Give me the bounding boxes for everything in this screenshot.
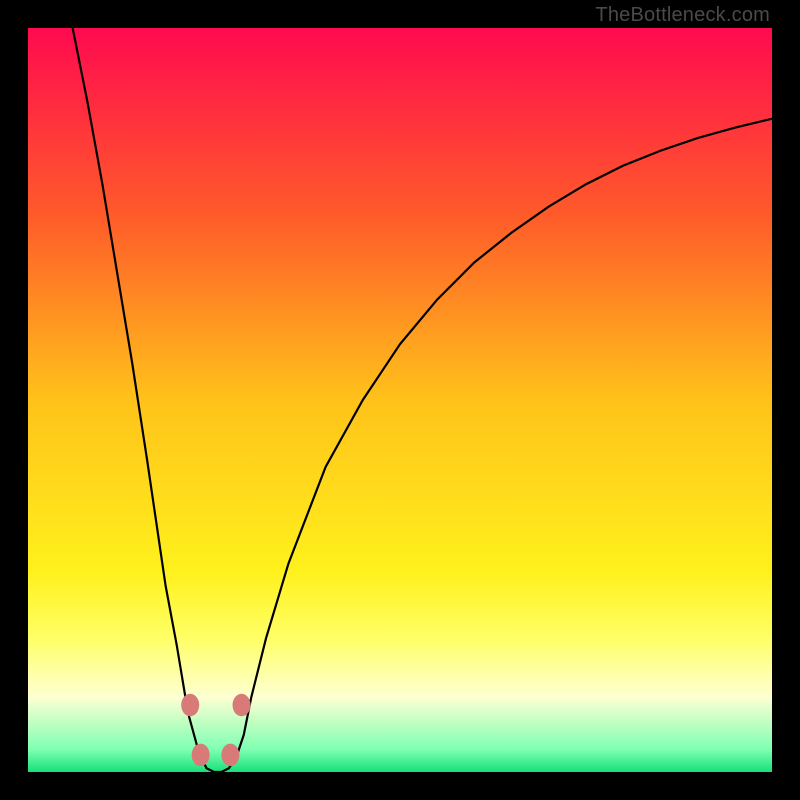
chart-frame — [28, 28, 772, 772]
curve-marker — [192, 744, 210, 767]
curve-marker — [233, 694, 251, 717]
curve-marker — [181, 694, 199, 717]
watermark-text: TheBottleneck.com — [595, 4, 770, 27]
curve-marker — [221, 744, 239, 767]
bottleneck-chart — [28, 28, 772, 772]
chart-background — [28, 28, 772, 772]
